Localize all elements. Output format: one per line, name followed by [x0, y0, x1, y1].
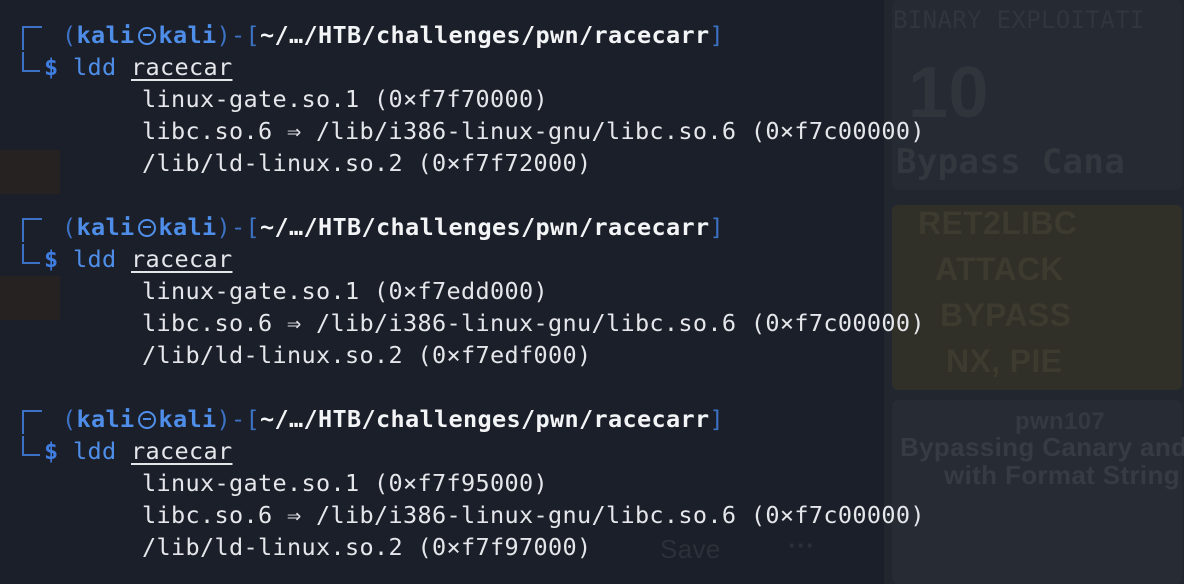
- prompt-symbol: $: [44, 53, 59, 81]
- prompt-host: kali: [158, 405, 217, 433]
- command-name: ldd: [73, 245, 117, 273]
- prompt-line: (kali kali)-[~/…/HTB/challenges/pwn/racec…: [62, 213, 724, 241]
- output-line: /lib/ld-linux.so.2 (0×f7f97000): [142, 533, 592, 561]
- prompt-line: (kali kali)-[~/…/HTB/challenges/pwn/racec…: [62, 21, 724, 49]
- prompt-host: kali: [158, 21, 217, 49]
- prompt-corner-bottom: [22, 436, 40, 456]
- prompt-symbol: $: [44, 245, 59, 273]
- kali-skull-icon: [137, 219, 156, 237]
- command-argument: racecar: [131, 53, 233, 81]
- command-argument: racecar: [131, 245, 233, 273]
- prompt-corner-bottom: [22, 52, 40, 72]
- prompt-user: kali: [76, 213, 135, 241]
- command-line: $ ldd racecar: [44, 436, 233, 466]
- prompt-path: ~/…/HTB/challenges/pwn/racecarr: [260, 405, 710, 433]
- output-line: linux-gate.so.1 (0×f7f70000): [142, 85, 548, 113]
- prompt-corner-top: [22, 410, 42, 434]
- prompt-symbol: $: [44, 437, 59, 465]
- output-line: linux-gate.so.1 (0×f7edd000): [142, 277, 548, 305]
- kali-skull-icon: [137, 411, 156, 429]
- terminal-window[interactable]: BINARY EXPLOITATI 10 Bypass Cana RET2LIB…: [0, 0, 1184, 584]
- output-line: libc.so.6 ⇒ /lib/i386-linux-gnu/libc.so.…: [142, 501, 925, 529]
- output-line: /lib/ld-linux.so.2 (0×f7edf000): [142, 341, 592, 369]
- output-line: /lib/ld-linux.so.2 (0×f7f72000): [142, 149, 592, 177]
- command-name: ldd: [73, 437, 117, 465]
- prompt-corner-bottom: [22, 244, 40, 264]
- prompt-user: kali: [76, 405, 135, 433]
- prompt-path: ~/…/HTB/challenges/pwn/racecarr: [260, 21, 710, 49]
- kali-skull-icon: [137, 27, 156, 45]
- terminal-output: (kali kali)-[~/…/HTB/challenges/pwn/racec…: [0, 0, 1184, 584]
- prompt-corner-top: [22, 218, 42, 242]
- prompt-corner-top: [22, 26, 42, 50]
- output-line: linux-gate.so.1 (0×f7f95000): [142, 469, 548, 497]
- prompt-line: (kali kali)-[~/…/HTB/challenges/pwn/racec…: [62, 405, 724, 433]
- command-line: $ ldd racecar: [44, 52, 233, 82]
- prompt-user: kali: [76, 21, 135, 49]
- output-line: libc.so.6 ⇒ /lib/i386-linux-gnu/libc.so.…: [142, 309, 925, 337]
- command-name: ldd: [73, 53, 117, 81]
- prompt-host: kali: [158, 213, 217, 241]
- command-line: $ ldd racecar: [44, 244, 233, 274]
- output-line: libc.so.6 ⇒ /lib/i386-linux-gnu/libc.so.…: [142, 117, 925, 145]
- prompt-path: ~/…/HTB/challenges/pwn/racecarr: [260, 213, 710, 241]
- command-argument: racecar: [131, 437, 233, 465]
